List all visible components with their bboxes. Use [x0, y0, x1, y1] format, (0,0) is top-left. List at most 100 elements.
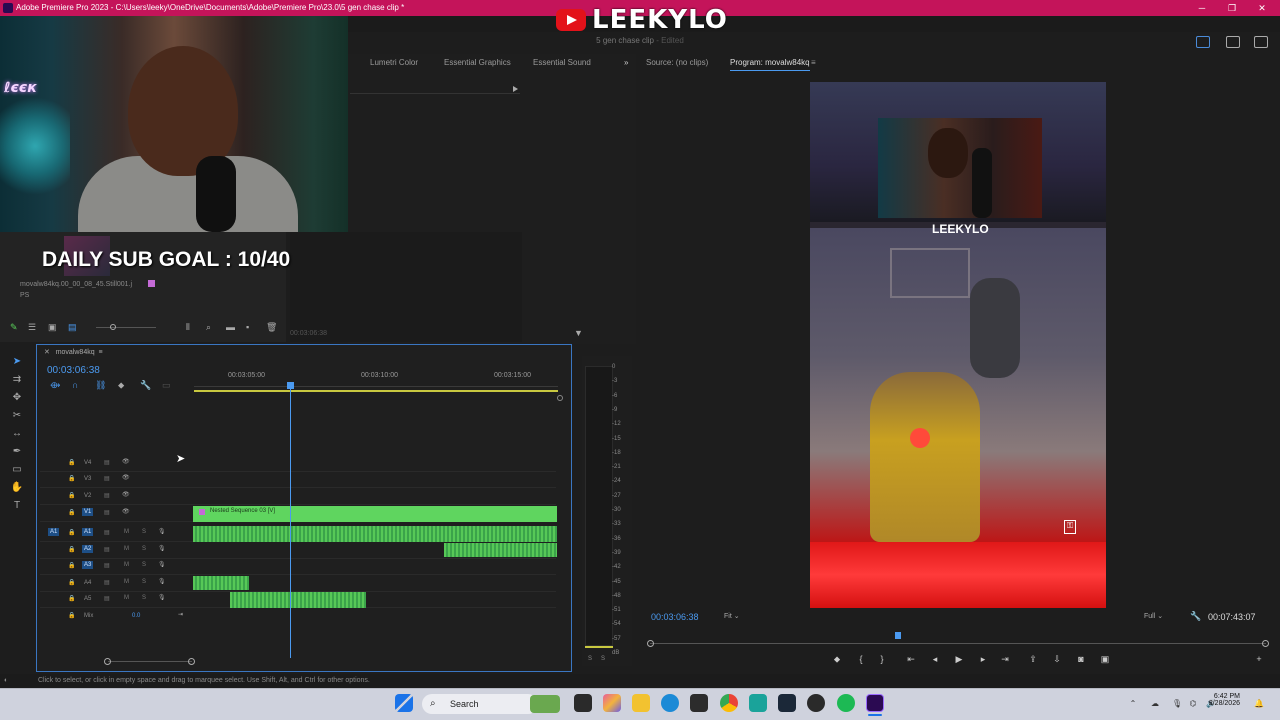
- zoom-slider-handle[interactable]: [110, 324, 116, 330]
- microphone-icon[interactable]: 🎙: [158, 578, 166, 585]
- tab-essential-graphics[interactable]: Essential Graphics: [444, 58, 511, 67]
- pencil-icon[interactable]: ✎: [10, 322, 22, 332]
- solo-button[interactable]: S: [142, 595, 146, 601]
- program-video-frame[interactable]: ⚿ LEEKYLO: [810, 82, 1106, 608]
- mute-button[interactable]: M: [124, 595, 129, 601]
- find-icon[interactable]: ⌕: [206, 322, 218, 332]
- task-view-icon[interactable]: [574, 694, 592, 712]
- track-a4[interactable]: 🔒 A4 ▤ M S 🎙: [40, 576, 556, 592]
- linked-selection-icon[interactable]: ⛓: [95, 380, 106, 391]
- network-icon[interactable]: ⌬: [1188, 699, 1198, 709]
- export-frame-icon[interactable]: ◙: [1074, 654, 1088, 666]
- program-timecode[interactable]: 00:03:06:38: [651, 612, 699, 622]
- more-panels-icon[interactable]: »: [624, 58, 628, 67]
- zoom-bar-right-handle[interactable]: [188, 658, 195, 665]
- audio-clip-a2[interactable]: [444, 543, 557, 557]
- ruler-end-handle[interactable]: [557, 395, 563, 401]
- audio-clip-a5[interactable]: [230, 592, 366, 608]
- snap-icon[interactable]: ∩: [72, 380, 78, 390]
- solo-button[interactable]: S: [142, 579, 146, 585]
- eye-icon[interactable]: 👁: [122, 491, 130, 498]
- taskbar-clock[interactable]: 6:42 PM 2/28/2026: [1200, 693, 1240, 707]
- lock-icon[interactable]: 🔒: [68, 595, 75, 602]
- lock-icon[interactable]: 🔒: [68, 459, 75, 466]
- mute-button[interactable]: M: [124, 562, 129, 568]
- rectangle-tool-icon[interactable]: ▭: [10, 464, 24, 478]
- lock-icon[interactable]: 🔒: [68, 475, 75, 482]
- tab-source[interactable]: Source: (no clips): [646, 58, 708, 67]
- timeline-timecode[interactable]: 00:03:06:38: [47, 365, 100, 376]
- lock-icon[interactable]: 🔒: [68, 562, 75, 569]
- microphone-icon[interactable]: 🎙: [158, 561, 166, 568]
- sync-lock-icon[interactable]: ▤: [104, 492, 110, 499]
- zoom-bar-left-handle[interactable]: [104, 658, 111, 665]
- mark-in-icon[interactable]: {: [854, 654, 868, 666]
- scrubber-left-handle[interactable]: [647, 640, 654, 647]
- spotify-icon[interactable]: [837, 694, 855, 712]
- program-scrubber[interactable]: [650, 643, 1266, 644]
- app-icon[interactable]: [749, 694, 767, 712]
- go-to-end-icon[interactable]: ⇥: [178, 611, 183, 618]
- new-item-icon[interactable]: ▪: [246, 322, 258, 332]
- extract-icon[interactable]: ⇩: [1050, 654, 1064, 666]
- tab-essential-sound[interactable]: Essential Sound: [533, 58, 591, 67]
- sync-lock-icon[interactable]: ▤: [104, 509, 110, 516]
- premiere-taskbar-icon[interactable]: [866, 694, 884, 712]
- track-v2[interactable]: 🔒 V2 ▤ 👁: [40, 489, 556, 505]
- selection-tool-icon[interactable]: ➤: [10, 356, 24, 370]
- track-v3[interactable]: 🔒 V3 ▤ 👁: [40, 472, 556, 488]
- audio-clip-a4[interactable]: [193, 576, 249, 590]
- freeform-view-icon[interactable]: ▤: [68, 322, 80, 332]
- program-playhead[interactable]: [895, 632, 901, 639]
- taskbar-search[interactable]: Search: [422, 694, 538, 714]
- source-patch[interactable]: A1: [48, 528, 60, 536]
- pen-tool-icon[interactable]: ✒: [10, 446, 24, 460]
- store-icon[interactable]: [690, 694, 708, 712]
- zoom-slider[interactable]: [96, 327, 156, 328]
- windows-start-icon[interactable]: [395, 694, 413, 712]
- tray-chevron-icon[interactable]: ⌃: [1128, 699, 1138, 709]
- slip-tool-icon[interactable]: ↔: [10, 428, 24, 442]
- playhead-handle[interactable]: [287, 382, 294, 389]
- eye-icon[interactable]: 👁: [122, 474, 130, 481]
- sync-lock-icon[interactable]: ▤: [104, 579, 110, 586]
- lift-icon[interactable]: ⇪: [1026, 654, 1040, 666]
- notifications-icon[interactable]: 🔔: [1254, 699, 1264, 709]
- microphone-icon[interactable]: 🎙: [158, 594, 166, 601]
- track-select-tool-icon[interactable]: ⇉: [10, 374, 24, 388]
- track-v4[interactable]: 🔒 V4 ▤ 👁: [40, 456, 556, 472]
- solo-button[interactable]: S: [142, 562, 146, 568]
- filter-icon[interactable]: ▼: [574, 328, 583, 338]
- share-icon[interactable]: [1226, 36, 1240, 48]
- new-bin-icon[interactable]: ▬: [226, 322, 238, 332]
- lock-icon[interactable]: 🔒: [68, 612, 75, 619]
- solo-button[interactable]: S: [142, 546, 146, 552]
- button-editor-icon[interactable]: +: [1252, 654, 1266, 666]
- workspace-icon[interactable]: [1196, 36, 1210, 48]
- timeline-settings-icon[interactable]: 🔧: [140, 380, 151, 391]
- project-item-name[interactable]: movalw84kq.00_00_08_45.Still001.j: [20, 281, 132, 288]
- sequence-tab[interactable]: ✕ movalw84kq ≡: [44, 348, 103, 356]
- maximize-button[interactable]: ❐: [1218, 0, 1246, 16]
- steam-icon[interactable]: [778, 694, 796, 712]
- solo-button[interactable]: S: [142, 529, 146, 535]
- list-view-icon[interactable]: ☰: [28, 322, 40, 332]
- resolution-select[interactable]: Full ⌄: [1144, 612, 1163, 620]
- work-area-bar[interactable]: [194, 390, 558, 392]
- automate-icon[interactable]: ⫴: [186, 322, 198, 332]
- tab-lumetri-color[interactable]: Lumetri Color: [370, 58, 418, 67]
- go-to-out-icon[interactable]: ⇥: [998, 654, 1012, 666]
- sync-lock-icon[interactable]: ▤: [104, 546, 110, 553]
- meter-solo-button[interactable]: S: [588, 656, 592, 662]
- lock-icon[interactable]: 🔒: [68, 546, 75, 553]
- go-to-in-icon[interactable]: ⇤: [904, 654, 918, 666]
- wrench-icon[interactable]: 🔧: [1190, 611, 1201, 622]
- scrubber-right-handle[interactable]: [1262, 640, 1269, 647]
- type-tool-icon[interactable]: T: [10, 500, 24, 514]
- sync-lock-icon[interactable]: ▤: [104, 562, 110, 569]
- track-a3[interactable]: 🔒 A3 ▤ M S 🎙: [40, 559, 556, 575]
- timeline-zoom-bar[interactable]: [108, 661, 192, 662]
- meter-solo-button[interactable]: S: [601, 656, 605, 662]
- play-icon[interactable]: ▶: [952, 654, 966, 666]
- microphone-icon[interactable]: 🎙: [158, 528, 166, 535]
